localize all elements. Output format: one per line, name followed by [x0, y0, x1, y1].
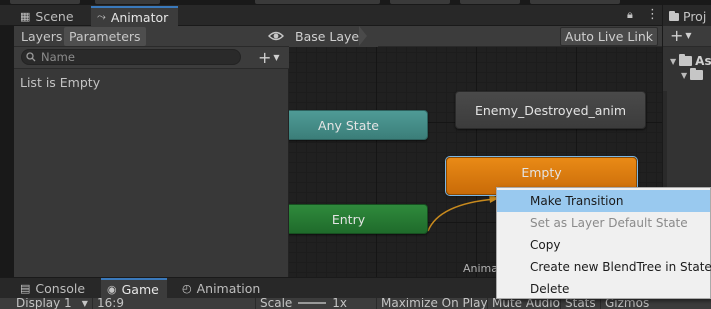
lock-icon[interactable]: 🔒︎: [627, 8, 633, 22]
tree-row-subfolder[interactable]: ▼: [681, 68, 704, 80]
menu-item-copy[interactable]: Copy: [497, 234, 710, 256]
any-state-node[interactable]: Any State: [289, 110, 428, 140]
clock-icon: ◴: [182, 282, 192, 295]
animator-icon: ⤳: [97, 10, 106, 23]
folder-icon: [669, 10, 679, 21]
expand-triangle-icon[interactable]: ▼: [681, 71, 687, 80]
layers-parameters-tabs: Layers Parameters: [14, 26, 289, 47]
tab-animation[interactable]: ◴ Animation: [176, 278, 268, 299]
parameter-search-row: + ▼: [14, 47, 289, 69]
scale-slider[interactable]: Scale 1x: [255, 298, 351, 309]
state-node-enemy-destroyed[interactable]: Enemy_Destroyed_anim: [455, 91, 646, 129]
entry-node[interactable]: Entry: [289, 204, 428, 234]
menu-item-make-transition[interactable]: Make Transition: [497, 190, 710, 212]
context-menu: Make Transition Set as Layer Default Sta…: [496, 187, 711, 299]
search-box[interactable]: [21, 49, 241, 65]
menu-item-create-blendtree[interactable]: Create new BlendTree in State: [497, 256, 711, 278]
tab-console-label: Console: [35, 281, 86, 296]
toolbar-button[interactable]: [530, 0, 620, 4]
breadcrumb-arrow: [359, 26, 367, 46]
toolbar-button[interactable]: [390, 0, 450, 4]
tab-layers[interactable]: Layers: [16, 27, 67, 46]
chevron-down-icon: ▼: [685, 31, 692, 40]
tab-game[interactable]: ◉ Game: [101, 278, 167, 299]
tab-game-label: Game: [121, 282, 159, 297]
search-input[interactable]: [41, 50, 221, 64]
tab-scene[interactable]: ▦ Scene: [14, 7, 82, 26]
more-options-icon[interactable]: ⋮: [646, 7, 659, 22]
scale-value: 1x: [332, 298, 348, 309]
tab-project[interactable]: Proj: [669, 7, 706, 26]
project-toolbar: + ▼: [663, 26, 711, 47]
expand-triangle-icon[interactable]: ▼: [670, 57, 676, 66]
scene-grid-icon: ▦: [20, 10, 31, 23]
main-tab-bar: ▦ Scene ⤳ Animator 🔒︎ ⋮: [0, 5, 662, 26]
tab-animator-label: Animator: [110, 9, 169, 25]
maximize-on-play-toggle[interactable]: Maximize On Play: [376, 298, 492, 309]
tab-console[interactable]: ▤ Console: [14, 278, 93, 299]
gamepad-icon: ◉: [107, 283, 117, 296]
create-asset-button[interactable]: + ▼: [670, 26, 692, 45]
search-icon: [26, 52, 36, 62]
scale-label: Scale: [260, 298, 293, 309]
parameters-panel: Layers Parameters + ▼ List is Empty: [14, 26, 289, 277]
console-icon: ▤: [20, 282, 31, 295]
display-dropdown[interactable]: Display 1 ▼: [12, 298, 92, 309]
chevron-down-icon: ▼: [81, 298, 88, 308]
display-dropdown-label: Display 1: [16, 298, 72, 309]
auto-live-link-button[interactable]: Auto Live Link: [559, 27, 658, 46]
add-parameter-button[interactable]: + ▼: [258, 48, 286, 67]
toolbar-button[interactable]: [460, 0, 520, 4]
slider-track[interactable]: [298, 302, 327, 304]
chevron-down-icon: ▼: [273, 53, 280, 62]
plus-icon: +: [258, 48, 272, 67]
toolbar-button[interactable]: [95, 0, 160, 4]
tab-animator[interactable]: ⤳ Animator: [91, 6, 178, 26]
breadcrumb-bar: Base Layer Auto Live Link: [289, 26, 662, 47]
tab-animation-label: Animation: [196, 281, 261, 296]
tab-parameters[interactable]: Parameters: [64, 27, 146, 46]
folder-icon: [690, 68, 704, 80]
toolbar-button[interactable]: [10, 0, 80, 4]
tree-row-assets[interactable]: ▼ As: [670, 54, 711, 68]
menu-item-set-default-state: Set as Layer Default State: [530, 216, 688, 230]
plus-icon: +: [670, 26, 684, 45]
eye-icon[interactable]: [268, 29, 284, 43]
empty-list-label: List is Empty: [20, 75, 101, 90]
menu-item-delete[interactable]: Delete: [497, 278, 710, 300]
tree-row-label: As: [695, 54, 711, 68]
tab-scene-label: Scene: [35, 9, 74, 24]
tab-project-label: Proj: [683, 9, 707, 24]
toolbar-button[interactable]: [255, 0, 380, 4]
aspect-dropdown[interactable]: 16:9: [92, 298, 128, 309]
folder-icon: [679, 54, 693, 66]
